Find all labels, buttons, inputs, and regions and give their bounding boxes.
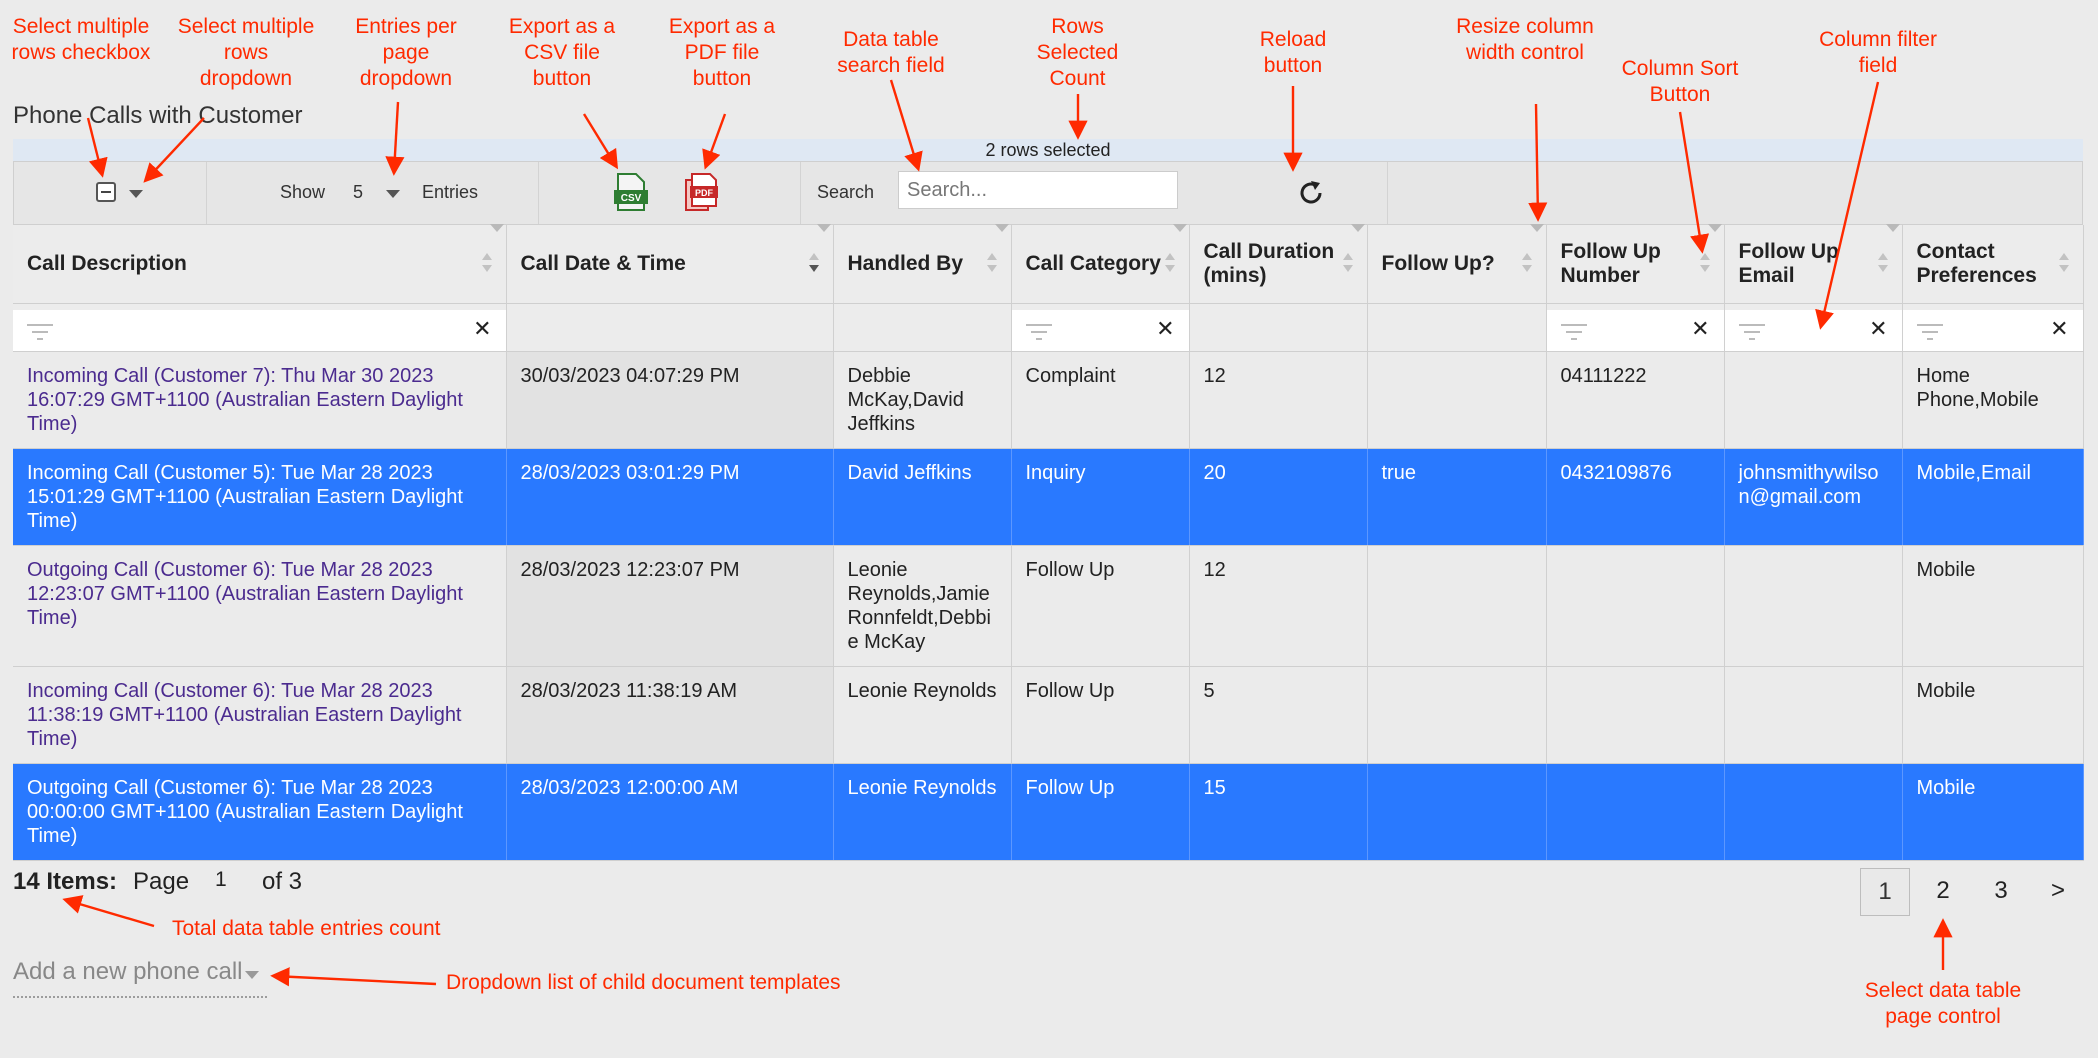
arrow-export-csv bbox=[582, 113, 619, 170]
arrow-total-count bbox=[62, 895, 155, 928]
arrow-child-templates bbox=[270, 967, 437, 987]
arrow-select-checkbox bbox=[86, 117, 108, 178]
arrow-export-pdf bbox=[702, 113, 727, 170]
annotation-arrows bbox=[62, 79, 1953, 987]
arrow-entries-dropdown bbox=[385, 101, 405, 176]
arrow-sort bbox=[1678, 111, 1710, 254]
arrow-resize bbox=[1528, 103, 1548, 222]
arrow-filter bbox=[1815, 81, 1880, 330]
arrow-select-dropdown bbox=[143, 117, 205, 183]
arrow-search-field bbox=[889, 79, 923, 172]
